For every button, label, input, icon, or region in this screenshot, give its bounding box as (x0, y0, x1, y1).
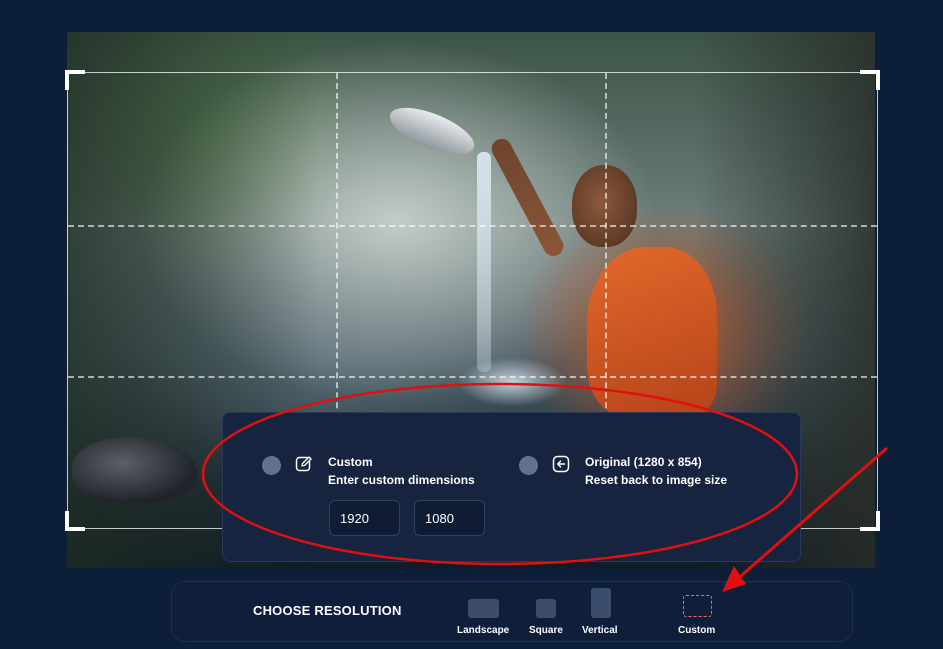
vertical-icon (591, 588, 611, 618)
resolution-option-landscape[interactable]: Landscape (456, 582, 512, 643)
reset-arrow-icon (552, 455, 570, 473)
custom-radio[interactable] (262, 456, 281, 475)
custom-width-input[interactable] (329, 500, 400, 536)
crop-grid-line (68, 376, 877, 378)
original-option-subtitle: Reset back to image size (585, 473, 728, 487)
resolution-option-custom[interactable]: Custom (675, 582, 721, 643)
original-option-title: Original (1280 x 854) (585, 455, 702, 469)
edit-icon (295, 456, 312, 472)
resolution-option-square[interactable]: Square (527, 582, 567, 643)
crop-handle-top-right[interactable] (860, 70, 880, 90)
custom-option-title: Custom (328, 455, 373, 469)
crop-handle-top-left[interactable] (65, 70, 85, 90)
resolution-option-vertical[interactable]: Vertical (581, 582, 623, 643)
resolution-option-label: Vertical (582, 625, 618, 636)
crop-handle-bottom-left[interactable] (65, 511, 85, 531)
resolution-option-label: Custom (678, 625, 716, 636)
crop-grid-line (68, 225, 877, 227)
resolution-option-label: Landscape (457, 625, 510, 636)
resolution-popup: Custom Enter custom dimensions Original … (222, 412, 801, 562)
square-icon (536, 599, 556, 618)
landscape-icon (468, 599, 499, 618)
original-radio[interactable] (519, 456, 538, 475)
crop-handle-bottom-right[interactable] (860, 511, 880, 531)
resolution-bar: CHOOSE RESOLUTION Landscape Square Verti… (171, 581, 853, 642)
custom-height-input[interactable] (414, 500, 485, 536)
custom-option-subtitle: Enter custom dimensions (328, 473, 475, 487)
custom-dashed-icon (683, 595, 712, 617)
resolution-bar-title: CHOOSE RESOLUTION (253, 603, 402, 618)
resolution-option-label: Square (529, 625, 563, 636)
